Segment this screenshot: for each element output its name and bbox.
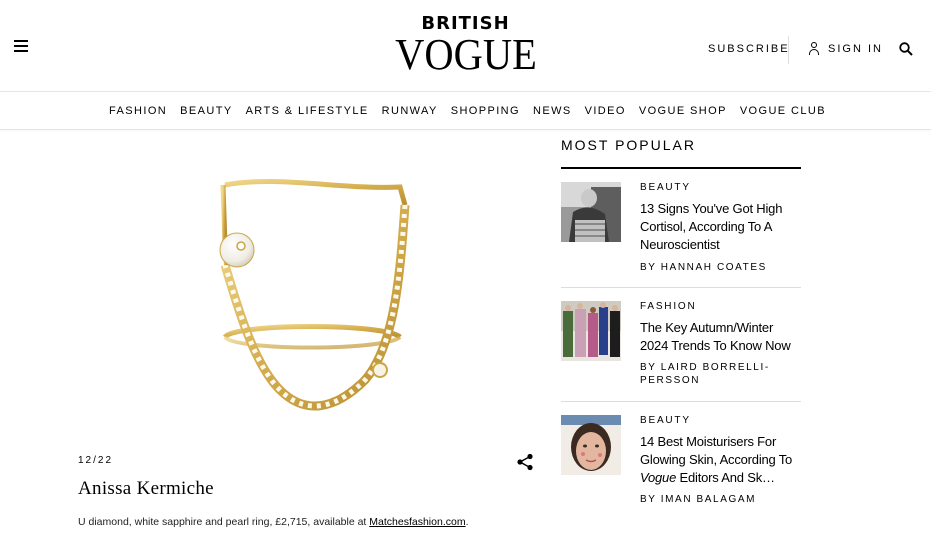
article-thumbnail[interactable] — [561, 415, 621, 475]
site-header: BRITISH VOGUE SUBSCRIBE SIGN IN — [0, 0, 931, 92]
article-category: FASHION — [640, 301, 697, 312]
nav-vogue-club[interactable]: VOGUE CLUB — [740, 105, 826, 117]
nav-beauty[interactable]: BEAUTY — [180, 105, 232, 117]
article-headline[interactable]: 13 Signs You've Got High Cortisol, Accor… — [640, 200, 802, 254]
search-icon[interactable] — [899, 42, 913, 56]
article-byline: BY HANNAH COATES — [640, 262, 767, 273]
nav-fashion[interactable]: FASHION — [109, 105, 167, 117]
article-divider — [561, 401, 801, 402]
nav-video[interactable]: VIDEO — [585, 105, 626, 117]
share-icon[interactable] — [516, 453, 534, 471]
article-category: BEAUTY — [640, 182, 691, 193]
nav-news[interactable]: NEWS — [533, 105, 572, 117]
headline-part: Editors And Sk… — [676, 470, 775, 485]
caption-end: . — [465, 516, 469, 528]
ring-image[interactable] — [195, 165, 425, 420]
sign-in-label: SIGN IN — [828, 42, 883, 55]
logo[interactable]: BRITISH VOGUE — [0, 14, 931, 79]
nav-arts-lifestyle[interactable]: ARTS & LIFESTYLE — [246, 105, 369, 117]
most-popular-heading: MOST POPULAR — [561, 137, 696, 153]
nav-vogue-shop[interactable]: VOGUE SHOP — [639, 105, 727, 117]
logo-vogue: VOGUE — [394, 30, 537, 79]
article-thumbnail[interactable] — [561, 301, 621, 361]
article-headline[interactable]: The Key Autumn/Winter 2024 Trends To Kno… — [640, 319, 802, 355]
user-icon — [808, 42, 820, 55]
article-byline: BY LAIRD BORRELLI-PERSSON — [640, 362, 770, 386]
main-nav: FASHION BEAUTY ARTS & LIFESTYLE RUNWAY S… — [0, 92, 931, 130]
article-headline[interactable]: 14 Best Moisturisers For Glowing Skin, A… — [640, 433, 802, 487]
image-caption: U diamond, white sapphire and pearl ring… — [78, 516, 469, 528]
article-byline: BY IMAN BALAGAM — [640, 494, 757, 505]
headline-part: 14 Best Moisturisers For Glowing Skin, A… — [640, 434, 793, 467]
designer-name: Anissa Kermiche — [78, 478, 214, 499]
article-divider — [561, 287, 801, 288]
headline-emphasis: Vogue — [640, 470, 677, 485]
subscribe-link[interactable]: SUBSCRIBE — [708, 43, 790, 55]
article-category: BEAUTY — [640, 415, 691, 426]
nav-shopping[interactable]: SHOPPING — [451, 105, 520, 117]
retailer-link[interactable]: Matchesfashion.com — [369, 516, 465, 528]
caption-text: U diamond, white sapphire and pearl ring… — [78, 516, 370, 528]
header-divider — [788, 36, 789, 64]
nav-runway[interactable]: RUNWAY — [382, 105, 438, 117]
article-thumbnail[interactable] — [561, 182, 621, 242]
heading-rule — [561, 167, 801, 169]
sign-in-button[interactable]: SIGN IN — [808, 42, 883, 55]
slide-counter: 12/22 — [78, 455, 114, 466]
